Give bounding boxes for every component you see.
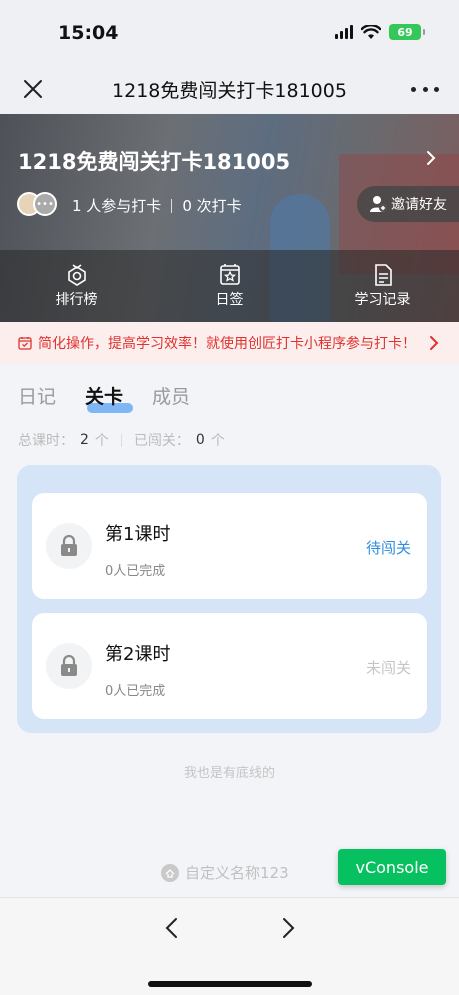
hero-actions: 排行榜 日签 学习记录: [0, 250, 459, 322]
lesson-completed: 0人已完成: [105, 564, 166, 579]
chevron-right-icon[interactable]: [425, 150, 437, 166]
promo-banner[interactable]: 简化操作，提高学习效率！就使用创匠打卡小程序参与打卡！: [0, 322, 459, 364]
nav-bar: 1218免费闯关打卡181005: [0, 64, 459, 114]
passed-value: 0: [195, 432, 205, 448]
nav-title: 1218免费闯关打卡181005: [112, 79, 347, 102]
end-of-list-text: 我也是有底线的: [183, 766, 275, 781]
battery-icon: 69: [389, 24, 425, 40]
forward-arrow-icon[interactable]: [276, 916, 300, 940]
more-avatars-icon: •••: [33, 192, 57, 216]
vconsole-button[interactable]: vConsole: [338, 849, 446, 885]
total-unit: 个: [94, 433, 109, 449]
total-value: 2: [80, 432, 89, 448]
promo-text: 简化操作，提高学习效率！就使用创匠打卡小程序参与打卡！: [38, 336, 416, 352]
signal-icon: [335, 25, 353, 39]
lock-icon: [46, 523, 92, 569]
tab-levels-label: 关卡: [85, 386, 124, 408]
invite-friends-button[interactable]: 邀请好友: [357, 186, 459, 222]
tab-members[interactable]: 成员: [152, 382, 190, 409]
study-record-label: 学习记录: [354, 292, 411, 308]
hero-banner: 1218免费闯关打卡181005 ••• 1 人参与打卡 0 次打卡 邀请好友 …: [0, 114, 459, 322]
status-time: 15:04: [58, 22, 119, 44]
daily-sign-label: 日签: [215, 292, 244, 308]
total-label: 总课时：: [18, 433, 74, 449]
calendar-check-icon: [18, 337, 32, 350]
lessons-panel: 第1课时 0人已完成 待闯关 第2课时 0人已完成 未闯关: [17, 465, 441, 733]
brand-name: 自定义名称123: [185, 864, 289, 882]
tab-bar: 日记 关卡 成员: [18, 382, 190, 413]
battery-level: 69: [397, 25, 413, 39]
add-user-icon: [370, 196, 387, 212]
lesson-summary: 总课时： 2 个 已闯关： 0 个: [18, 430, 225, 450]
hero-title[interactable]: 1218免费闯关打卡181005: [18, 146, 290, 176]
checkin-count: 0 次打卡: [182, 197, 242, 215]
more-icon[interactable]: [411, 76, 439, 102]
lesson-card[interactable]: 第1课时 0人已完成 待闯关: [32, 493, 427, 599]
brand-logo-icon: [161, 863, 179, 882]
participants-count: 1 人参与打卡: [72, 197, 162, 215]
invite-label: 邀请好友: [391, 197, 447, 213]
browser-bottom-nav: [0, 897, 459, 995]
daily-sign-icon: [219, 264, 240, 285]
tab-levels[interactable]: 关卡: [85, 382, 134, 413]
status-icons: 69: [335, 24, 425, 40]
lesson-title: 第1课时: [105, 524, 171, 545]
study-record-icon: [374, 264, 392, 286]
chevron-right-icon: [430, 336, 439, 350]
passed-unit: 个: [210, 433, 225, 449]
back-arrow-icon[interactable]: [160, 916, 184, 940]
status-bar: 15:04 69: [0, 0, 459, 64]
home-indicator[interactable]: [148, 981, 312, 987]
ranking-label: 排行榜: [55, 292, 98, 308]
close-icon[interactable]: [20, 76, 46, 102]
lesson-completed: 0人已完成: [105, 684, 166, 699]
ranking-icon: [67, 264, 86, 286]
wifi-icon: [361, 24, 381, 39]
ranking-button[interactable]: 排行榜: [0, 250, 153, 322]
passed-label: 已闯关：: [133, 433, 190, 449]
participant-avatars[interactable]: •••: [17, 192, 57, 216]
daily-sign-button[interactable]: 日签: [153, 250, 306, 322]
lock-icon: [46, 643, 92, 689]
tab-diary[interactable]: 日记: [18, 382, 56, 409]
brand-footer: 自定义名称123: [161, 862, 289, 883]
lesson-title: 第2课时: [105, 644, 171, 665]
hero-stats: 1 人参与打卡 0 次打卡: [72, 195, 242, 216]
lesson-status: 待闯关: [365, 539, 411, 557]
lesson-status: 未闯关: [365, 659, 411, 677]
study-record-button[interactable]: 学习记录: [306, 250, 459, 322]
lesson-card[interactable]: 第2课时 0人已完成 未闯关: [32, 613, 427, 719]
